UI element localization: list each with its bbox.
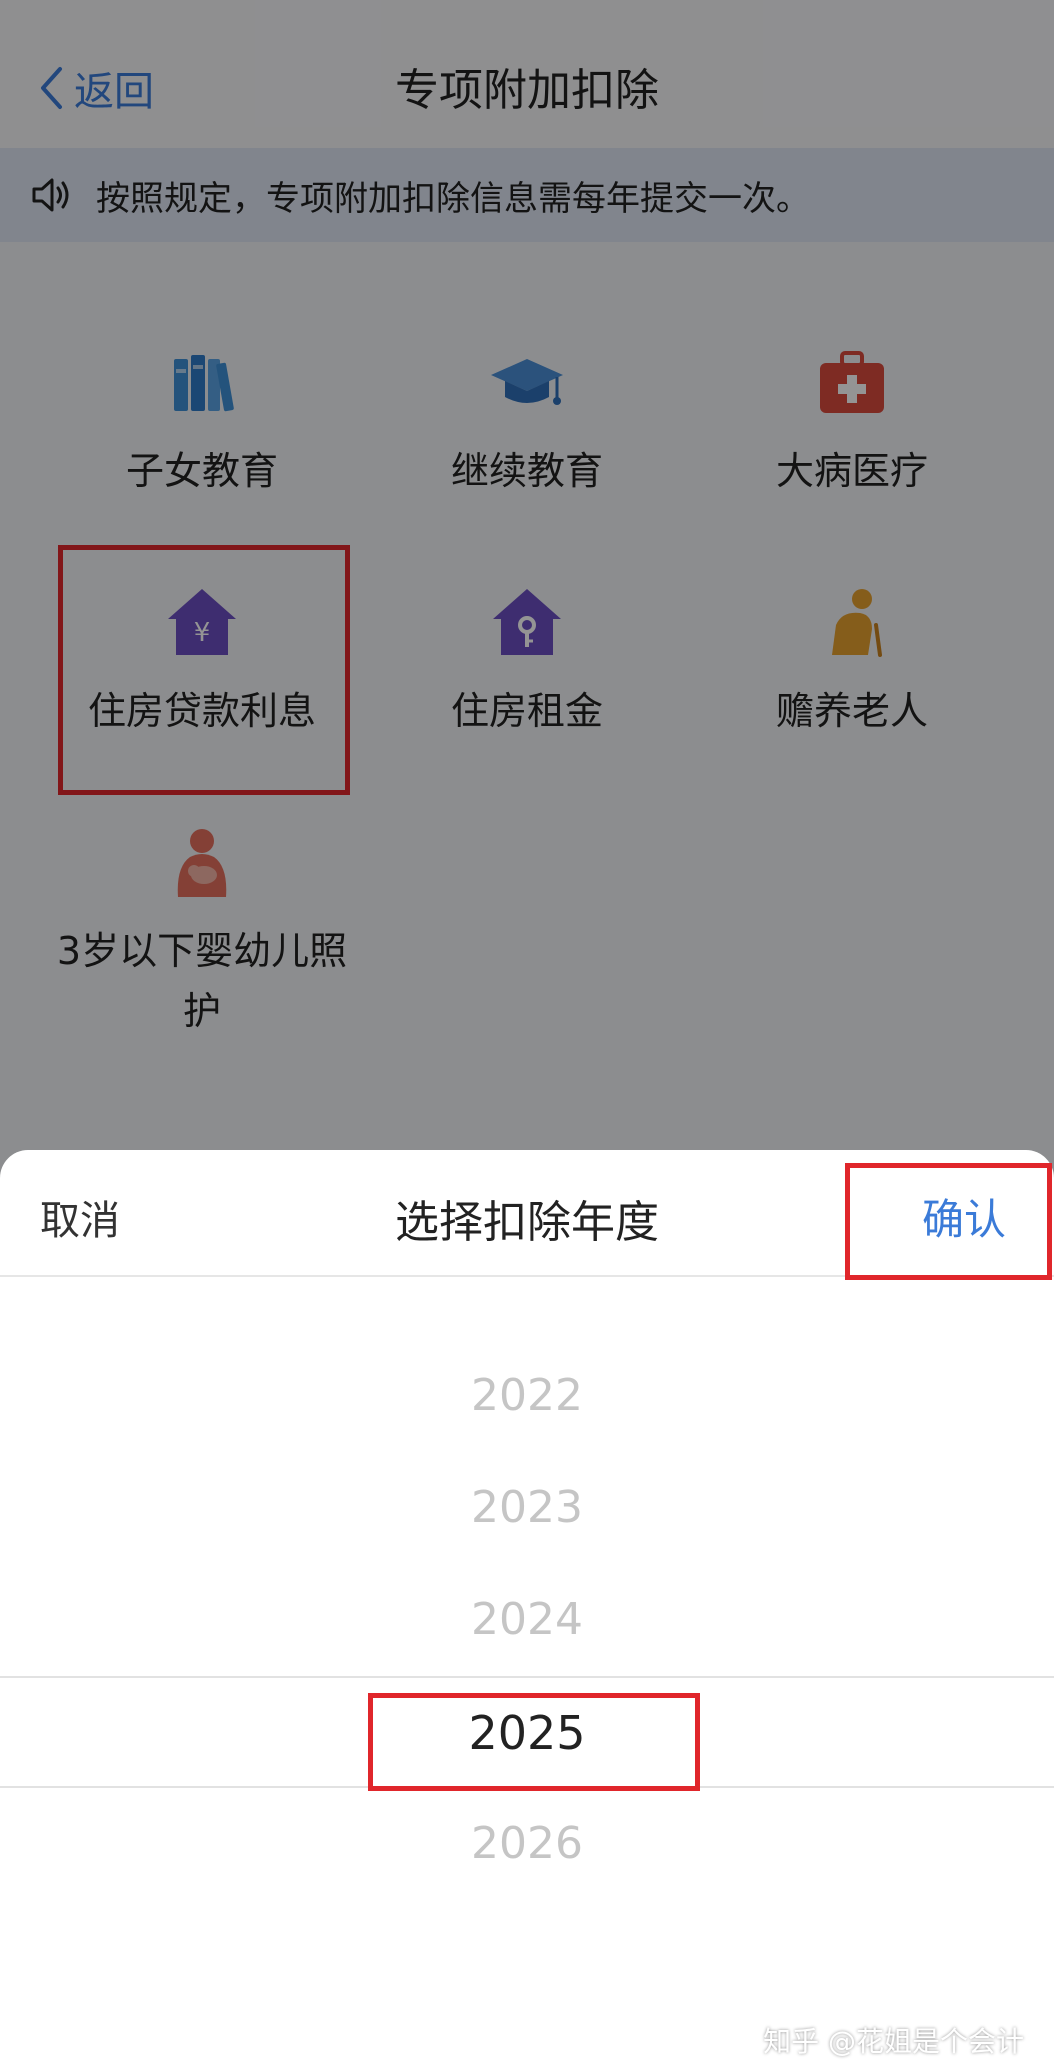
picker-option[interactable]: 2022 xyxy=(0,1370,1054,1421)
year-picker-sheet: 取消 选择扣除年度 确认 2022 2023 2024 2025 2026 xyxy=(0,1150,1054,2069)
watermark: 知乎 @花姐是个会计 xyxy=(763,2025,1024,2058)
highlight-box-selected-year xyxy=(368,1693,700,1791)
picker-option[interactable]: 2024 xyxy=(0,1594,1054,1645)
picker-option[interactable]: 2023 xyxy=(0,1482,1054,1533)
highlight-box-confirm xyxy=(845,1163,1052,1280)
picker-option[interactable]: 2026 xyxy=(0,1818,1054,1869)
selection-line-top xyxy=(0,1676,1054,1678)
